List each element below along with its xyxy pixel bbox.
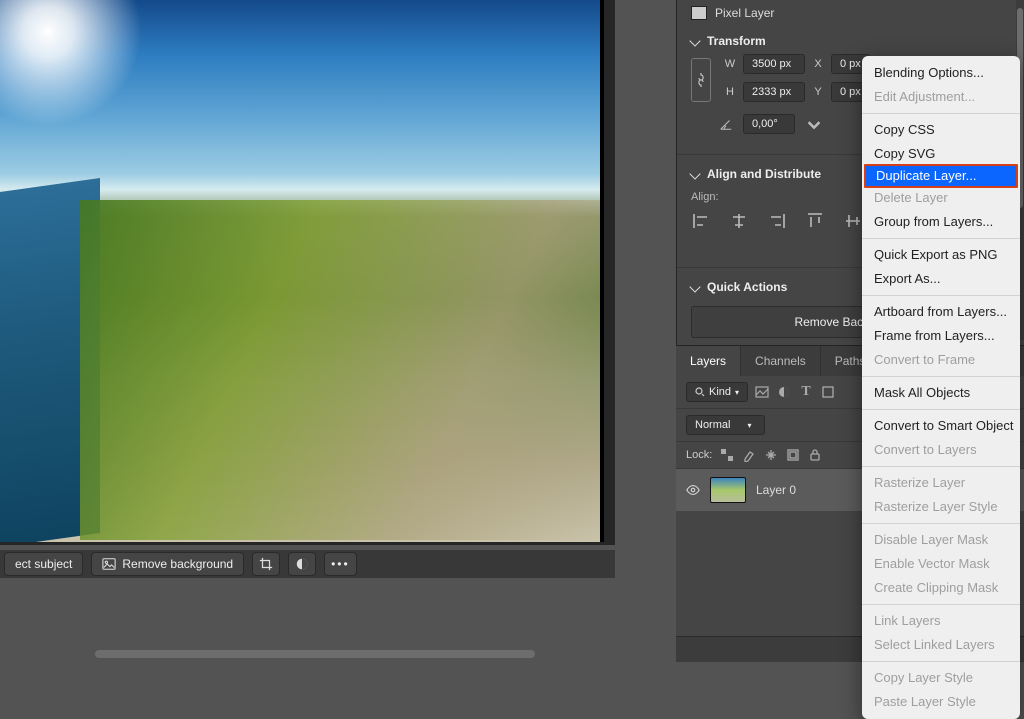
qa-title: Quick Actions — [707, 280, 787, 294]
y-label: Y — [811, 86, 825, 98]
transform-section-header[interactable]: Transform — [677, 26, 1024, 54]
menu-select-linked-layers: Select Linked Layers — [862, 633, 1020, 657]
search-icon — [695, 387, 705, 397]
h-label: H — [723, 86, 737, 98]
adjustment-button[interactable] — [288, 552, 316, 576]
remove-background-button[interactable]: Remove background — [91, 552, 244, 576]
rotation-input[interactable]: 0,00° — [743, 114, 795, 134]
align-title: Align and Distribute — [707, 167, 821, 181]
menu-mask-all-objects[interactable]: Mask All Objects — [862, 381, 1020, 405]
width-input[interactable]: 3500 px — [743, 54, 805, 74]
menu-create-clipping-mask: Create Clipping Mask — [862, 576, 1020, 600]
layer-type-label: Pixel Layer — [715, 6, 774, 20]
canvas-area[interactable] — [0, 0, 615, 545]
image-sun — [0, 0, 160, 160]
filter-pixel-icon[interactable] — [754, 384, 770, 400]
menu-blending-options[interactable]: Blending Options... — [862, 61, 1020, 85]
visibility-icon[interactable] — [686, 483, 700, 497]
crop-tool-button[interactable] — [252, 552, 280, 576]
layer-thumbnail[interactable] — [710, 477, 746, 503]
lock-transparency-icon[interactable] — [720, 448, 734, 462]
remove-bg-label: Remove background — [122, 557, 233, 571]
menu-link-layers: Link Layers — [862, 609, 1020, 633]
tab-layers[interactable]: Layers — [676, 346, 741, 376]
menu-frame-from-layers[interactable]: Frame from Layers... — [862, 324, 1020, 348]
menu-convert-to-smart-object[interactable]: Convert to Smart Object — [862, 414, 1020, 438]
link-dimensions-button[interactable] — [691, 58, 711, 102]
lock-all-icon[interactable] — [808, 448, 822, 462]
blend-mode-dropdown[interactable]: Normal ▾ — [686, 415, 765, 435]
select-subject-label: ect subject — [15, 557, 72, 571]
transform-title: Transform — [707, 34, 766, 48]
menu-export-as[interactable]: Export As... — [862, 267, 1020, 291]
align-top-icon[interactable] — [805, 211, 825, 231]
menu-enable-vector-mask: Enable Vector Mask — [862, 552, 1020, 576]
align-left-icon[interactable] — [691, 211, 711, 231]
menu-delete-layer: Delete Layer — [862, 186, 1020, 210]
filter-adjustment-icon[interactable] — [776, 384, 792, 400]
menu-artboard-from-layers[interactable]: Artboard from Layers... — [862, 300, 1020, 324]
kind-label: Kind — [709, 386, 731, 398]
canvas-border — [600, 0, 604, 542]
contextual-task-bar: ect subject Remove background ••• — [0, 550, 615, 578]
menu-group-from-layers[interactable]: Group from Layers... — [862, 210, 1020, 234]
menu-rasterize-layer: Rasterize Layer — [862, 471, 1020, 495]
align-hcenter-icon[interactable] — [729, 211, 749, 231]
document-image[interactable] — [0, 0, 600, 542]
align-right-icon[interactable] — [767, 211, 787, 231]
menu-duplicate-layer[interactable]: Duplicate Layer... — [864, 164, 1018, 188]
lock-position-icon[interactable] — [764, 448, 778, 462]
tab-channels[interactable]: Channels — [741, 346, 821, 376]
menu-quick-export-png[interactable]: Quick Export as PNG — [862, 243, 1020, 267]
menu-copy-svg[interactable]: Copy SVG — [862, 142, 1020, 166]
rotation-dropdown-icon[interactable] — [805, 115, 823, 133]
menu-edit-adjustment: Edit Adjustment... — [862, 85, 1020, 109]
layer-name[interactable]: Layer 0 — [756, 483, 796, 497]
menu-convert-to-layers: Convert to Layers — [862, 438, 1020, 462]
filter-type-icon[interactable]: T — [798, 384, 814, 400]
menu-copy-layer-style: Copy Layer Style — [862, 666, 1020, 690]
layer-context-menu: Blending Options... Edit Adjustment... C… — [862, 56, 1020, 719]
filter-kind-dropdown[interactable]: Kind ▾ — [686, 382, 748, 402]
more-options-button[interactable]: ••• — [324, 552, 357, 576]
link-icon — [696, 72, 706, 88]
lock-artboard-icon[interactable] — [786, 448, 800, 462]
blend-mode-label: Normal — [695, 419, 730, 431]
layer-type-row: Pixel Layer — [677, 0, 1024, 26]
w-label: W — [723, 58, 737, 70]
crop-icon — [259, 557, 273, 571]
pixel-layer-icon — [691, 6, 707, 20]
menu-disable-layer-mask: Disable Layer Mask — [862, 528, 1020, 552]
image-terrain — [80, 200, 600, 540]
x-label: X — [811, 58, 825, 70]
lock-paint-icon[interactable] — [742, 448, 756, 462]
menu-convert-to-frame: Convert to Frame — [862, 348, 1020, 372]
dots-icon: ••• — [331, 557, 350, 571]
select-subject-button[interactable]: ect subject — [4, 552, 83, 576]
image-icon — [102, 557, 116, 571]
angle-icon — [719, 117, 733, 131]
menu-rasterize-layer-style: Rasterize Layer Style — [862, 495, 1020, 519]
adjustment-icon — [295, 557, 309, 571]
height-input[interactable]: 2333 px — [743, 82, 805, 102]
menu-copy-css[interactable]: Copy CSS — [862, 118, 1020, 142]
align-vcenter-icon[interactable] — [843, 211, 863, 231]
horizontal-scrollbar[interactable] — [95, 650, 535, 658]
menu-paste-layer-style: Paste Layer Style — [862, 690, 1020, 714]
lock-label: Lock: — [686, 449, 712, 461]
filter-shape-icon[interactable] — [820, 384, 836, 400]
